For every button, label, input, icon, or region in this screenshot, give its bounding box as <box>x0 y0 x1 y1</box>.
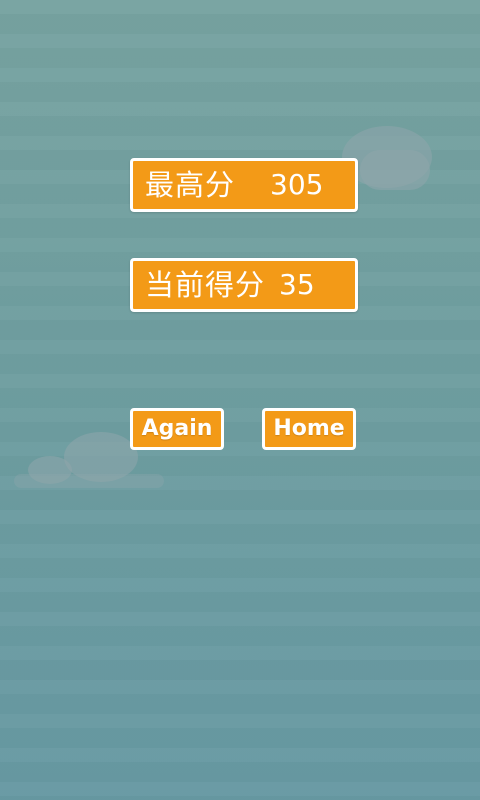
home-button[interactable]: Home <box>262 408 356 450</box>
current-score-panel: 当前得分 35 <box>130 258 358 312</box>
best-score-panel: 最高分 305 <box>130 158 358 212</box>
current-score-label: 当前得分 <box>145 268 266 302</box>
cloud-puff <box>360 150 430 190</box>
cloud-base <box>14 474 164 488</box>
again-button[interactable]: Again <box>130 408 224 450</box>
background-texture <box>0 0 480 800</box>
best-score-value: 305 <box>270 168 324 201</box>
current-score-value: 35 <box>279 268 315 301</box>
best-score-label: 最高分 <box>145 168 236 202</box>
